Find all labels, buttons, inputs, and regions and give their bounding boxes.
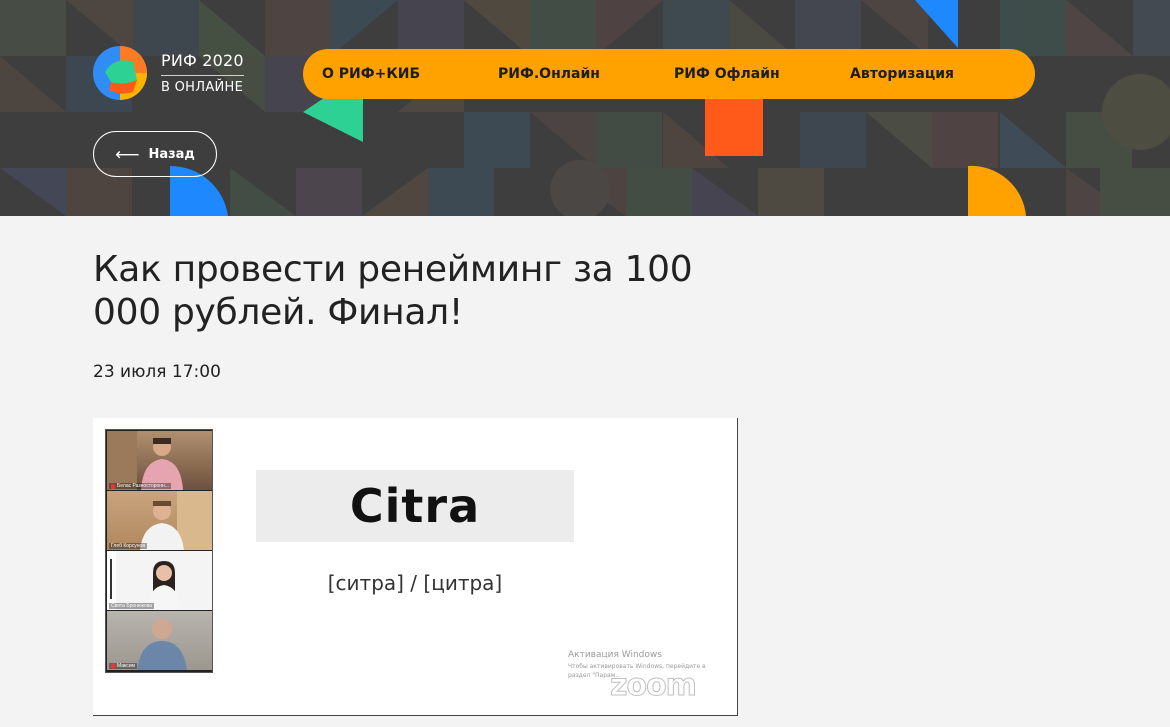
arrow-left-icon: ⟵ (115, 144, 140, 164)
decorative-pattern (0, 0, 1170, 216)
participant-name: Свята Бронюкова (111, 603, 153, 609)
logo-title: РИФ 2020 (161, 51, 244, 76)
event-datetime: 23 июля 17:00 (93, 362, 221, 382)
zoom-watermark: zoom (610, 668, 698, 704)
logo-icon (93, 46, 147, 100)
video-player[interactable]: Белас Разносторонн... Глеб Корсунов Свят… (93, 418, 738, 716)
activation-title: Активация Windows (568, 650, 662, 660)
site-logo[interactable]: РИФ 2020 В ОНЛАЙНЕ (93, 46, 244, 100)
slide-word-box: Citra (256, 470, 574, 542)
logo-text: РИФ 2020 В ОНЛАЙНЕ (161, 51, 244, 95)
header-banner: РИФ 2020 В ОНЛАЙНЕ О РИФ+КИБ РИФ.Онлайн … (0, 0, 1170, 216)
participant-name: Максим (117, 663, 135, 669)
mic-muted-icon (111, 663, 115, 669)
participant-video: Максим (107, 611, 212, 670)
participant-label: Белас Разносторонн... (109, 483, 171, 489)
participant-label: Свята Бронюкова (109, 603, 155, 609)
participant-label: Максим (109, 663, 137, 669)
participant-gallery: Белас Разносторонн... Глеб Корсунов Свят… (105, 429, 213, 673)
slide-pronunciation: [ситра] / [цитра] (327, 571, 503, 595)
participant-video: Свята Бронюкова (107, 551, 212, 610)
person-silhouette-icon (107, 431, 183, 490)
participant-label: Глеб Корсунов (109, 543, 147, 549)
event-title: Как провести ренейминг за 100 000 рублей… (93, 249, 693, 333)
mic-muted-icon (111, 483, 115, 489)
person-silhouette-icon (137, 619, 187, 670)
slide-word: Citra (349, 479, 481, 533)
participant-name: Глеб Корсунов (111, 543, 145, 549)
person-silhouette-icon (107, 551, 181, 610)
participant-video: Глеб Корсунов (107, 491, 212, 550)
back-button[interactable]: ⟵ Назад (93, 131, 217, 177)
nav-item-login[interactable]: Авторизация (850, 66, 954, 82)
participant-video: Белас Разносторонн... (107, 431, 212, 490)
logo-subtitle: В ОНЛАЙНЕ (161, 80, 244, 95)
person-silhouette-icon (140, 491, 212, 550)
back-button-label: Назад (148, 146, 195, 162)
participant-name: Белас Разносторонн... (117, 483, 169, 489)
nav-item-about[interactable]: О РИФ+КИБ (322, 66, 420, 82)
main-nav: О РИФ+КИБ РИФ.Онлайн РИФ Офлайн Авториза… (303, 49, 1035, 99)
nav-item-offline[interactable]: РИФ Офлайн (674, 66, 780, 82)
nav-item-online[interactable]: РИФ.Онлайн (498, 66, 600, 82)
